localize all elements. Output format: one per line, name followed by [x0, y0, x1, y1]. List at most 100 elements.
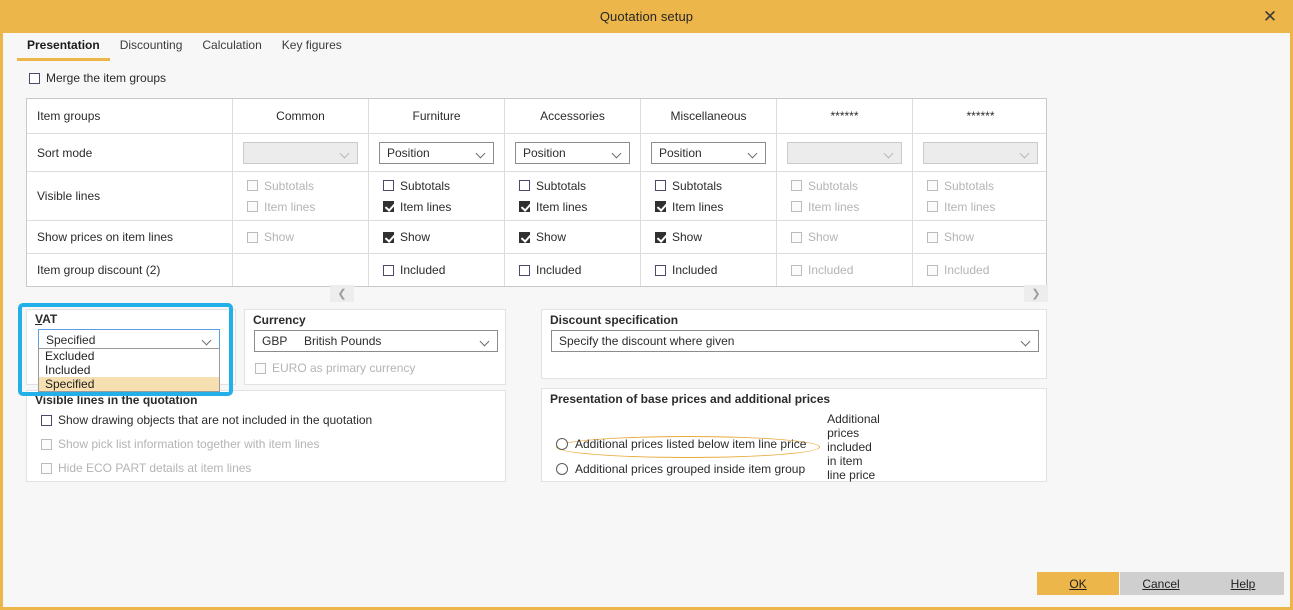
sort-mode-cell-accessories: Position	[504, 134, 640, 171]
radio-additional-prices-grouped[interactable]: Additional prices grouped inside item gr…	[556, 462, 805, 476]
checkbox-box	[655, 265, 666, 276]
checkbox-label: Show	[536, 230, 566, 244]
vat-option-excluded[interactable]: Excluded	[39, 349, 219, 363]
checkbox-label: Show	[808, 230, 838, 244]
checkbox-box	[383, 265, 394, 276]
column-header-furniture: Furniture	[368, 99, 504, 133]
cancel-button[interactable]: Cancel	[1120, 572, 1202, 595]
show-drawing-objects-checkbox[interactable]: Show drawing objects that are not includ…	[41, 413, 372, 427]
help-button-label: Help	[1231, 577, 1256, 591]
row-label-visible-lines: Visible lines	[27, 172, 232, 220]
subtotals-checkbox-furniture[interactable]: Subtotals	[383, 179, 494, 193]
sort-mode-select-accessories[interactable]: Position	[515, 142, 630, 164]
grid-corner-label: Item groups	[27, 99, 232, 133]
sort-mode-select-empty-2[interactable]	[923, 142, 1038, 164]
subtotals-checkbox-empty-1[interactable]: Subtotals	[791, 179, 902, 193]
checkbox-box	[791, 180, 802, 191]
checkbox-box	[247, 180, 258, 191]
window-title: Quotation setup	[600, 9, 693, 24]
chevron-right-icon[interactable]: ❯	[1024, 285, 1048, 302]
show-cell-common: Show	[232, 221, 368, 253]
ok-button[interactable]: OK	[1037, 572, 1119, 595]
help-button[interactable]: Help	[1202, 572, 1284, 595]
show-checkbox-miscellaneous[interactable]: Show	[655, 230, 766, 244]
sort-mode-select-empty-1[interactable]	[787, 142, 902, 164]
close-icon[interactable]: ✕	[1259, 6, 1281, 28]
included-checkbox-miscellaneous[interactable]: Included	[655, 263, 766, 277]
grid-row-show-prices: Show prices on item lines Show Show	[27, 220, 1046, 253]
checkbox-label: Show drawing objects that are not includ…	[58, 413, 372, 427]
discount-specification-select[interactable]: Specify the discount where given	[551, 330, 1039, 352]
checkbox-box	[519, 201, 530, 212]
chevron-down-icon	[203, 337, 212, 343]
checkbox-box	[791, 201, 802, 212]
sort-mode-cell-common	[232, 134, 368, 171]
currency-name: British Pounds	[304, 334, 381, 348]
chevron-left-icon[interactable]: ❮	[330, 285, 354, 302]
radio-button	[556, 438, 568, 450]
checkbox-label: Item lines	[536, 200, 587, 214]
checkbox-label: Item lines	[672, 200, 723, 214]
included-checkbox-empty-2[interactable]: Included	[927, 263, 1038, 277]
currency-select[interactable]: GBP British Pounds	[254, 330, 498, 352]
checkbox-box	[41, 439, 52, 450]
checkbox-label: Show	[264, 230, 294, 244]
show-checkbox-accessories[interactable]: Show	[519, 230, 630, 244]
vat-option-specified[interactable]: Specified	[39, 377, 219, 391]
vat-option-included[interactable]: Included	[39, 363, 219, 377]
checkbox-label: Subtotals	[264, 179, 314, 193]
vat-dropdown-list[interactable]: Excluded Included Specified	[38, 348, 220, 392]
show-checkbox-furniture[interactable]: Show	[383, 230, 494, 244]
visible-lines-cell-accessories: Subtotals Item lines	[504, 172, 640, 220]
tab-presentation[interactable]: Presentation	[17, 36, 110, 61]
title-bar: Quotation setup ✕	[0, 0, 1293, 33]
checkbox-box	[519, 232, 530, 243]
item-lines-checkbox-common[interactable]: Item lines	[247, 200, 358, 214]
included-checkbox-empty-1[interactable]: Included	[791, 263, 902, 277]
sort-mode-select-common[interactable]	[243, 142, 358, 164]
checkbox-label: Subtotals	[808, 179, 858, 193]
checkbox-box	[791, 265, 802, 276]
radio-label: Additional prices grouped inside item gr…	[575, 462, 805, 476]
checkbox-label: Show	[400, 230, 430, 244]
subtotals-checkbox-empty-2[interactable]: Subtotals	[927, 179, 1038, 193]
tab-bar: Presentation Discounting Calculation Key…	[3, 33, 1290, 61]
checkbox-box	[927, 201, 938, 212]
subtotals-checkbox-miscellaneous[interactable]: Subtotals	[655, 179, 766, 193]
visible-lines-quotation-title: Visible lines in the quotation	[35, 393, 197, 407]
sort-mode-value: Position	[387, 146, 430, 160]
sort-mode-value: Position	[659, 146, 702, 160]
item-lines-checkbox-miscellaneous[interactable]: Item lines	[655, 200, 766, 214]
discount-cell-common	[232, 254, 368, 286]
tab-discounting[interactable]: Discounting	[110, 36, 193, 61]
subtotals-checkbox-accessories[interactable]: Subtotals	[519, 179, 630, 193]
checkbox-box	[927, 180, 938, 191]
subtotals-checkbox-common[interactable]: Subtotals	[247, 179, 358, 193]
merge-item-groups-checkbox[interactable]: Merge the item groups	[29, 71, 166, 85]
item-lines-checkbox-furniture[interactable]: Item lines	[383, 200, 494, 214]
show-checkbox-empty-1[interactable]: Show	[791, 230, 902, 244]
ok-button-label: OK	[1069, 577, 1086, 591]
show-checkbox-empty-2[interactable]: Show	[927, 230, 1038, 244]
sort-mode-select-miscellaneous[interactable]: Position	[651, 142, 766, 164]
included-checkbox-accessories[interactable]: Included	[519, 263, 630, 277]
row-label-item-group-discount: Item group discount (2)	[27, 254, 232, 286]
chevron-down-icon	[749, 150, 758, 156]
visible-lines-cell-miscellaneous: Subtotals Item lines	[640, 172, 776, 220]
tab-calculation[interactable]: Calculation	[192, 36, 271, 61]
visible-lines-cell-common: Subtotals Item lines	[232, 172, 368, 220]
checkbox-label: EURO as primary currency	[272, 361, 415, 375]
item-lines-checkbox-empty-1[interactable]: Item lines	[791, 200, 902, 214]
show-checkbox-common[interactable]: Show	[247, 230, 358, 244]
item-lines-checkbox-empty-2[interactable]: Item lines	[927, 200, 1038, 214]
hide-eco-part-checkbox[interactable]: Hide ECO PART details at item lines	[41, 461, 251, 475]
included-checkbox-furniture[interactable]: Included	[383, 263, 494, 277]
tab-key-figures[interactable]: Key figures	[272, 36, 352, 61]
cancel-button-label: Cancel	[1142, 577, 1179, 591]
checkbox-label: Item lines	[808, 200, 859, 214]
item-lines-checkbox-accessories[interactable]: Item lines	[519, 200, 630, 214]
radio-additional-prices-listed-below[interactable]: Additional prices listed below item line…	[556, 437, 806, 451]
show-pick-list-checkbox[interactable]: Show pick list information together with…	[41, 437, 319, 451]
euro-primary-currency-checkbox[interactable]: EURO as primary currency	[255, 361, 415, 375]
sort-mode-select-furniture[interactable]: Position	[379, 142, 494, 164]
